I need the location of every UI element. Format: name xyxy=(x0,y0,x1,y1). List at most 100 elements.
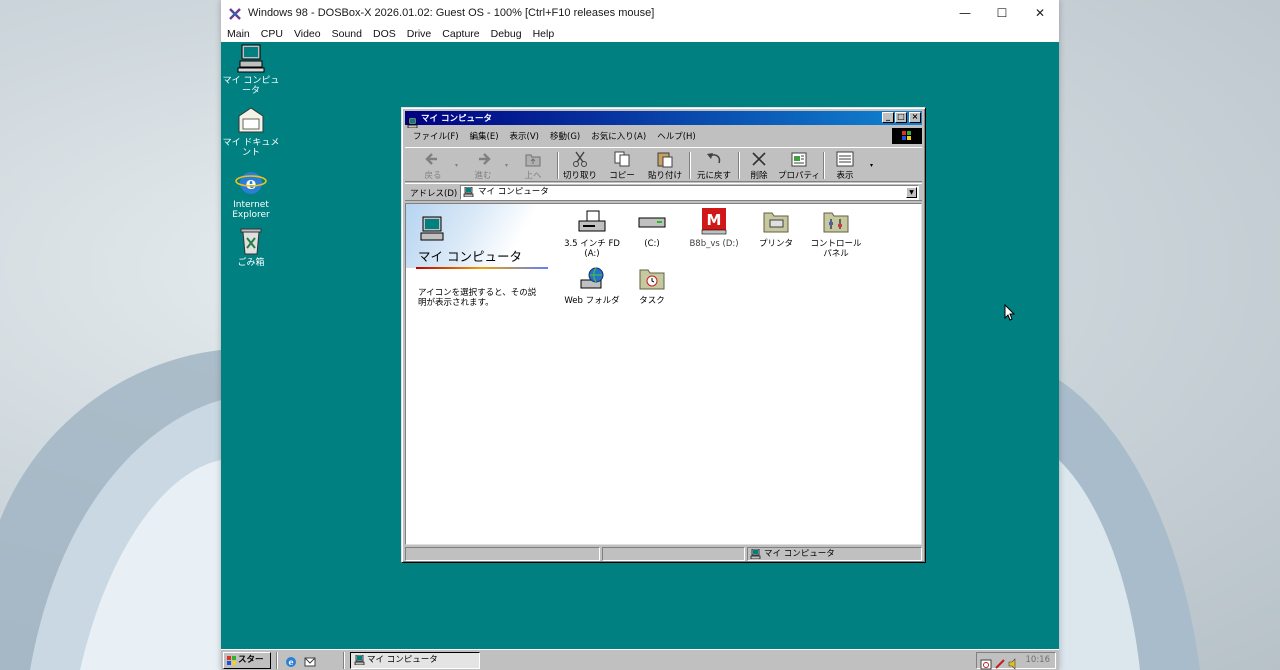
host-menu-capture[interactable]: Capture xyxy=(442,28,479,40)
item-label: Web フォルダ xyxy=(564,296,620,306)
standard-toolbar: 戻る ▾ 進む ▾ 上へ 切り取り コピー 貼り付け 元に戻す 削除 プロパティ… xyxy=(405,147,922,182)
explorer-titlebar[interactable]: マイ コンピュータ _ □ × xyxy=(405,111,922,129)
status-zone-text: マイ コンピュータ xyxy=(764,549,835,559)
paste-label: 貼り付け xyxy=(647,171,682,181)
address-bar: アドレス(D) マイ コンピュータ ▼ xyxy=(405,183,922,201)
windows-logo-icon xyxy=(892,128,922,144)
delete-button[interactable]: 削除 xyxy=(741,150,777,181)
computer-small-icon xyxy=(750,548,761,560)
svg-text:e: e xyxy=(288,657,293,667)
views-icon xyxy=(835,150,855,168)
up-folder-icon xyxy=(523,150,543,168)
address-dropdown-icon[interactable]: ▼ xyxy=(906,187,917,198)
scheduler-tray-icon[interactable] xyxy=(980,655,992,670)
menu-go[interactable]: 移動(G) xyxy=(550,130,580,142)
quicklaunch-outlook-icon[interactable] xyxy=(303,654,317,668)
quicklaunch-ie-icon[interactable]: e xyxy=(284,654,298,668)
host-window-title: Windows 98 - DOSBox-X 2026.01.02: Guest … xyxy=(248,6,655,19)
item-printers[interactable]: プリンタ xyxy=(746,209,806,249)
address-value: マイ コンピュータ xyxy=(478,187,549,197)
explorer-maximize-button[interactable]: □ xyxy=(895,112,907,123)
taskbar-separator xyxy=(276,652,278,669)
desktop-icon-recycle-bin[interactable]: ごみ箱 xyxy=(221,226,283,268)
menu-file[interactable]: ファイル(F) xyxy=(413,130,459,142)
computer-small-icon xyxy=(463,186,474,198)
item-floppy-drive[interactable]: 3.5 インチ FD (A:) xyxy=(562,209,622,259)
panel-description: アイコンを選択すると、その説明が表示されます。 xyxy=(418,288,537,308)
svg-text:e: e xyxy=(246,174,257,194)
undo-button[interactable]: 元に戻す xyxy=(692,150,736,181)
back-dropdown-icon[interactable]: ▾ xyxy=(455,162,458,169)
menu-view[interactable]: 表示(V) xyxy=(510,130,539,142)
item-scheduled-tasks[interactable]: タスク xyxy=(622,266,682,306)
taskbar-button-my-computer[interactable]: マイ コンピュータ xyxy=(350,652,480,669)
delete-x-icon xyxy=(749,150,769,168)
forward-label: 進む xyxy=(474,171,492,181)
web-view-panel: マイ コンピュータ アイコンを選択すると、その説明が表示されます。 xyxy=(406,204,548,544)
explorer-close-button[interactable]: × xyxy=(909,112,921,123)
undo-label: 元に戻す xyxy=(696,171,731,181)
panel-title: マイ コンピュータ xyxy=(418,249,522,264)
panel-divider xyxy=(416,267,548,269)
svg-text:M: M xyxy=(707,211,722,229)
item-hard-drive-c[interactable]: (C:) xyxy=(622,209,682,249)
host-titlebar[interactable]: Windows 98 - DOSBox-X 2026.01.02: Guest … xyxy=(221,0,1059,25)
volume-icon[interactable] xyxy=(1007,655,1019,670)
back-button[interactable]: 戻る xyxy=(413,150,453,181)
item-control-panel[interactable]: コントロール パネル xyxy=(806,209,866,259)
cut-button[interactable]: 切り取り xyxy=(561,150,599,181)
item-label: コントロール パネル xyxy=(810,239,862,259)
forward-arrow-icon xyxy=(473,150,493,168)
undo-icon xyxy=(704,150,724,168)
views-dropdown-icon[interactable]: ▾ xyxy=(870,162,873,169)
toolbar-separator xyxy=(823,152,825,179)
item-web-folders[interactable]: Web フォルダ xyxy=(562,266,622,306)
host-menu-video[interactable]: Video xyxy=(294,28,321,40)
properties-button[interactable]: プロパティ xyxy=(777,150,821,181)
clock[interactable]: 10:16 xyxy=(1026,655,1051,665)
host-menu-drive[interactable]: Drive xyxy=(407,28,432,40)
hard-drive-icon xyxy=(637,209,667,235)
copy-button[interactable]: コピー xyxy=(603,150,641,181)
item-cd-drive-d[interactable]: M B8b_vs (D:) xyxy=(684,206,744,249)
explorer-menubar: ファイル(F) 編集(E) 表示(V) 移動(G) お気に入り(A) ヘルプ(H… xyxy=(405,127,922,145)
explorer-minimize-button[interactable]: _ xyxy=(882,112,894,123)
pen-tray-icon[interactable] xyxy=(994,655,1006,669)
menu-favorites[interactable]: お気に入り(A) xyxy=(591,130,646,142)
computer-small-icon xyxy=(354,654,365,666)
desktop-icon-label: マイ ドキュメント xyxy=(222,138,280,158)
back-label: 戻る xyxy=(424,171,442,181)
computer-small-icon xyxy=(407,113,418,129)
guest-desktop: マイ コンピュータ マイ ドキュメント e Internet Explorer xyxy=(221,42,1059,670)
host-menu-main[interactable]: Main xyxy=(227,28,250,40)
host-minimize-button[interactable]: — xyxy=(946,0,984,25)
item-label: 3.5 インチ FD (A:) xyxy=(564,239,620,259)
start-button[interactable]: スタート xyxy=(223,652,271,669)
host-menu-sound[interactable]: Sound xyxy=(332,28,362,40)
paste-button[interactable]: 貼り付け xyxy=(643,150,687,181)
host-close-button[interactable]: ✕ xyxy=(1021,0,1059,25)
forward-dropdown-icon[interactable]: ▾ xyxy=(505,162,508,169)
address-input[interactable]: マイ コンピュータ ▼ xyxy=(460,185,919,200)
my-computer-icon xyxy=(235,44,267,74)
host-menu-cpu[interactable]: CPU xyxy=(261,28,283,40)
internet-explorer-icon: e xyxy=(235,168,267,198)
delete-label: 削除 xyxy=(750,171,768,181)
forward-button[interactable]: 進む xyxy=(463,150,503,181)
desktop-icon-my-computer[interactable]: マイ コンピュータ xyxy=(221,44,283,96)
recycle-bin-icon xyxy=(235,226,267,256)
properties-icon xyxy=(789,150,809,168)
menu-help[interactable]: ヘルプ(H) xyxy=(657,130,696,142)
copy-icon xyxy=(612,150,632,168)
host-menu-dos[interactable]: DOS xyxy=(373,28,396,40)
host-maximize-button[interactable]: ☐ xyxy=(983,0,1021,25)
views-button[interactable]: 表示 xyxy=(827,150,863,181)
host-menu-debug[interactable]: Debug xyxy=(491,28,522,40)
desktop-icon-my-documents[interactable]: マイ ドキュメント xyxy=(221,106,283,158)
item-label: (C:) xyxy=(644,239,660,249)
windows-logo-icon xyxy=(227,656,237,665)
desktop-icon-internet-explorer[interactable]: e Internet Explorer xyxy=(221,168,283,220)
up-button[interactable]: 上へ xyxy=(513,150,553,181)
host-menu-help[interactable]: Help xyxy=(533,28,555,40)
menu-edit[interactable]: 編集(E) xyxy=(470,130,499,142)
